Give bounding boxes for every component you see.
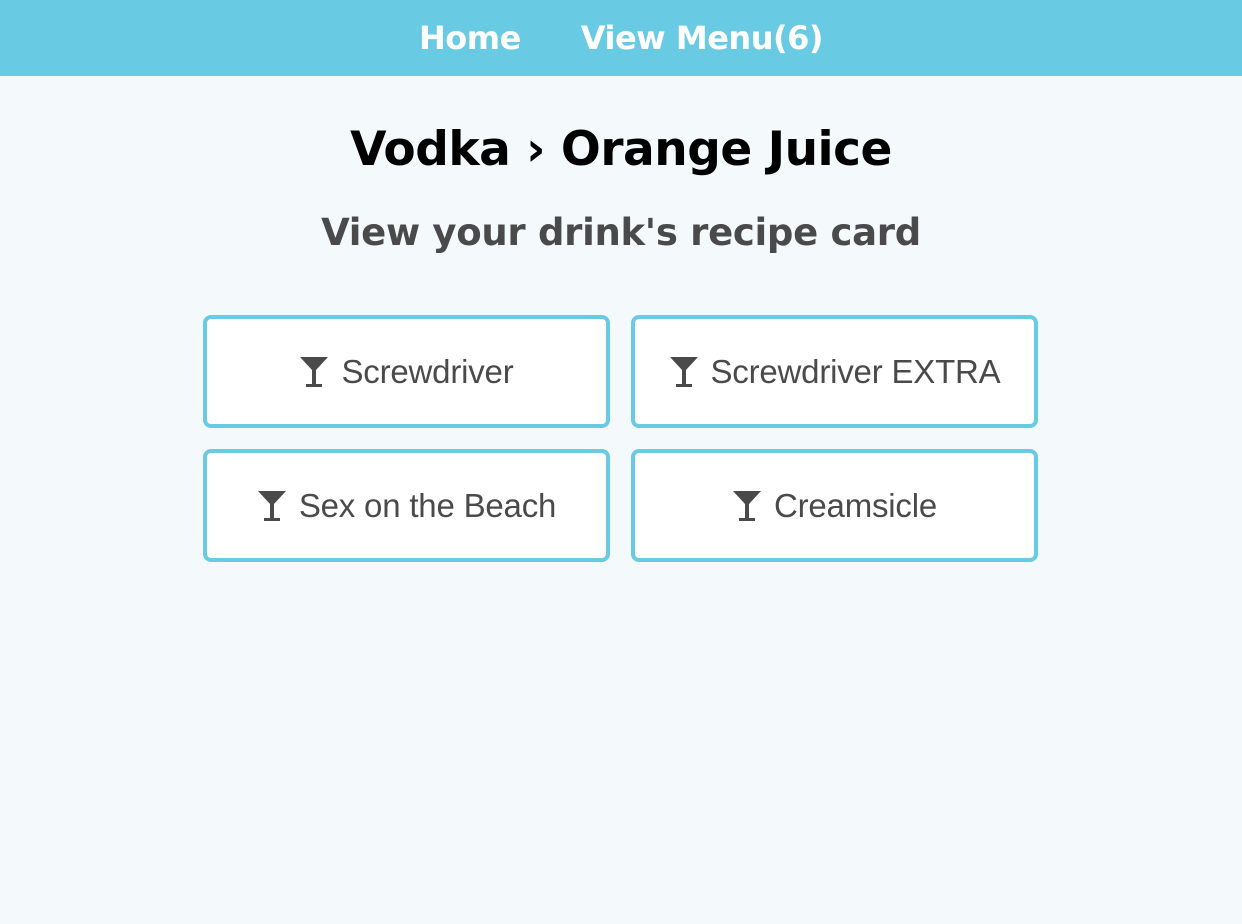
drink-cards-grid: Screwdriver Screwdriver EXTRA Sex on the…: [203, 315, 1038, 562]
drink-card-label: Creamsicle: [773, 486, 938, 524]
cocktail-glass-icon: [299, 355, 329, 389]
drink-card-sex-on-the-beach[interactable]: Sex on the Beach: [203, 449, 610, 562]
cocktail-glass-icon: [257, 489, 287, 523]
cocktail-glass-icon: [669, 355, 699, 389]
drink-card-creamsicle[interactable]: Creamsicle: [631, 449, 1038, 562]
drink-card-label: Sex on the Beach: [298, 486, 557, 524]
home-link[interactable]: Home: [419, 19, 521, 57]
drink-card-label: Screwdriver: [341, 352, 514, 390]
drink-card-screwdriver-extra[interactable]: Screwdriver EXTRA: [631, 315, 1038, 428]
page-subtitle: View your drink's recipe card: [321, 211, 921, 254]
view-menu-link[interactable]: View Menu(6): [581, 19, 824, 57]
page-title: Vodka › Orange Juice: [350, 122, 892, 177]
drink-card-screwdriver[interactable]: Screwdriver: [203, 315, 610, 428]
drink-card-label: Screwdriver EXTRA: [710, 352, 1001, 390]
cocktail-glass-icon: [732, 489, 762, 523]
top-navigation-bar: Home View Menu(6): [0, 0, 1242, 76]
